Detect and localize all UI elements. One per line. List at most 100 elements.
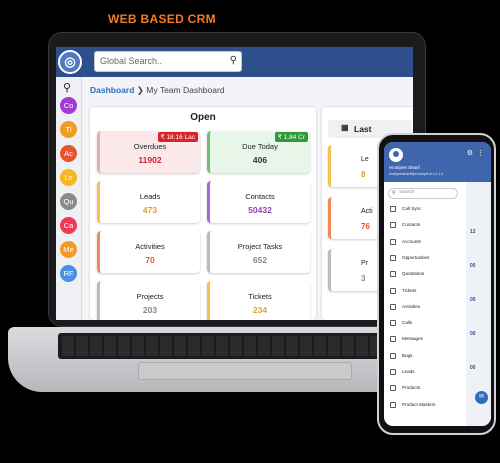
- card-label: Projects: [136, 292, 164, 301]
- last-card-label: Le: [361, 156, 369, 163]
- menu-item-label: Leads: [402, 369, 415, 374]
- menu-item-label: Contacts: [402, 222, 421, 228]
- last-card-value: 3: [361, 274, 366, 283]
- card-projects[interactable]: Projects 203: [97, 281, 200, 320]
- menu-item-label: Product Masters: [402, 401, 436, 407]
- card-label: Activities: [135, 242, 165, 251]
- card-project-tasks[interactable]: Project Tasks 652: [207, 231, 310, 273]
- menu-item-label: Products: [402, 385, 421, 391]
- menu-item-label: Calls: [402, 320, 413, 326]
- phone-count: 00: [470, 365, 476, 371]
- card-label: Contacts: [245, 192, 275, 201]
- menu-item-icon: [390, 222, 396, 229]
- breadcrumb-dashboard-link[interactable]: Dashboard: [90, 85, 134, 95]
- menu-item-label: Accounts: [402, 238, 421, 244]
- card-value: 234: [252, 305, 268, 315]
- menu-item-icon: [390, 271, 396, 278]
- laptop-touchpad: [138, 362, 352, 380]
- card-value: 473: [142, 205, 158, 215]
- menu-item-label: Activities: [402, 303, 421, 309]
- phone-header: Hirakjeet Sharif hirakjeetsharif@example…: [384, 142, 491, 182]
- breadcrumb-separator: ❯: [136, 85, 144, 95]
- amount-badge: ₹ 18.16 Lac: [157, 132, 198, 142]
- menu-item-label: Call Sync: [402, 206, 422, 211]
- card-tickets[interactable]: Tickets 234: [207, 281, 310, 320]
- menu-item-icon: [390, 336, 396, 343]
- phone-search-placeholder: Search: [399, 190, 415, 195]
- menu-item-icon: [390, 206, 396, 212]
- card-label: Tickets: [248, 292, 272, 301]
- card-label: Leads: [139, 192, 161, 201]
- sidebar-item-rf[interactable]: RF: [60, 265, 77, 282]
- menu-item-label: Tickets: [402, 287, 417, 293]
- menu-item-icon: [390, 254, 396, 261]
- card-activities[interactable]: Activities 70: [97, 231, 200, 273]
- sidebar-item-qu[interactable]: Qu: [60, 193, 77, 210]
- card-value: 70: [145, 255, 155, 265]
- menu-item-label: Quotations: [402, 271, 425, 277]
- card-label: Due Today: [242, 142, 278, 151]
- card-due-today[interactable]: ₹ 1.84 Cr Due Today 406: [207, 131, 310, 173]
- menu-item-icon: [390, 303, 396, 310]
- last-card-label: Pr: [361, 260, 368, 267]
- card-value: 406: [252, 155, 268, 165]
- menu-item-icon: [390, 287, 396, 294]
- menu-item-label: Opportunities: [402, 254, 430, 260]
- headline: WEB BASED CRM: [108, 12, 216, 26]
- sidebar-item-tl[interactable]: Tl: [60, 121, 77, 138]
- stage: WEB BASED CRM ◎ Global Search.. ⚲ ⚲ Co Tl…: [0, 0, 500, 463]
- menu-item-label: Bugs: [402, 352, 413, 358]
- message-fab-button[interactable]: ✉: [475, 391, 488, 404]
- card-value: 203: [142, 305, 158, 315]
- sidebar-item-co[interactable]: Co: [60, 97, 77, 114]
- phone-count: 12: [470, 229, 476, 235]
- sidebar-item-le[interactable]: Le: [60, 169, 77, 186]
- sidebar-item-me[interactable]: Me: [60, 241, 77, 258]
- card-value: 652: [252, 255, 268, 265]
- menu-item-icon: [390, 385, 396, 392]
- sidebar-item-ac[interactable]: Ac: [60, 145, 77, 162]
- sidebar: ⚲ Co Tl Ac Le Qu Ca Me RF: [56, 77, 82, 320]
- breadcrumb-current: My Team Dashboard: [146, 85, 225, 95]
- last-card-value: 8: [361, 170, 366, 179]
- avatar[interactable]: [389, 148, 403, 162]
- global-search-placeholder: Global Search..: [100, 56, 163, 66]
- card-label: Project Tasks: [237, 242, 283, 251]
- last-card-label: Acti: [361, 208, 373, 215]
- last-panel-title: Last: [354, 124, 372, 134]
- phone-background-panel: [466, 182, 491, 426]
- breadcrumb: Dashboard ❯ My Team Dashboard: [90, 85, 225, 96]
- phone-search-icon: ⚲: [392, 190, 396, 196]
- phone-screen: Hirakjeet Sharif hirakjeetsharif@example…: [384, 142, 491, 426]
- card-contacts[interactable]: Contacts 50432: [207, 181, 310, 223]
- phone-user-email: hirakjeetsharif@example.in v1.1.0: [389, 172, 444, 176]
- sidebar-item-ca[interactable]: Ca: [60, 217, 77, 234]
- menu-item-icon: [390, 401, 396, 408]
- global-search-input[interactable]: Global Search.. ⚲: [94, 51, 242, 72]
- phone-count: 00: [470, 297, 476, 303]
- sidebar-search-icon[interactable]: ⚲: [63, 81, 71, 94]
- phone-search-input[interactable]: ⚲ Search: [388, 188, 458, 199]
- card-value: 11902: [138, 155, 162, 165]
- phone-count: 00: [470, 331, 476, 337]
- hamburger-menu-icon[interactable]: ⋮: [477, 149, 484, 157]
- last-card-value: 76: [361, 222, 370, 231]
- calendar-icon: ▦: [341, 123, 349, 132]
- card-label: Overdues: [133, 142, 167, 151]
- search-icon[interactable]: ⚲: [230, 55, 237, 66]
- globe-logo-icon[interactable]: ◎: [58, 50, 82, 74]
- card-leads[interactable]: Leads 473: [97, 181, 200, 223]
- phone-user-name: Hirakjeet Sharif: [389, 165, 420, 170]
- menu-item-icon: [390, 369, 396, 375]
- card-value: 50432: [248, 205, 272, 215]
- amount-badge: ₹ 1.84 Cr: [274, 132, 308, 142]
- gear-icon[interactable]: ⚙: [467, 149, 473, 157]
- card-overdues[interactable]: ₹ 18.16 Lac Overdues 11902: [97, 131, 200, 173]
- menu-item-icon: [390, 352, 396, 359]
- phone-count: 00: [470, 263, 476, 269]
- open-panel: Open ₹ 18.16 Lac Overdues 11902 ₹ 1.84 Cr Du…: [90, 107, 316, 320]
- menu-item-icon: [390, 320, 396, 327]
- top-bar: ◎ Global Search.. ⚲: [56, 47, 413, 77]
- menu-item-label: Messages: [402, 336, 423, 342]
- laptop-screen: ◎ Global Search.. ⚲ ⚲ Co Tl Ac Le Qu Ca Me RF D…: [56, 47, 413, 320]
